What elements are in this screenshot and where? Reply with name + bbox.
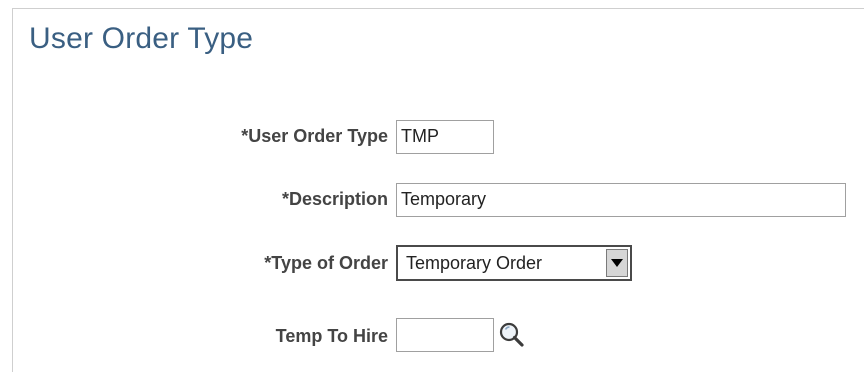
description-label: *Description [281,189,388,209]
user-order-type-label: *User Order Type [241,126,388,146]
dropdown-arrow-icon[interactable] [606,249,628,277]
magnifier-icon[interactable] [497,320,527,350]
page-title: User Order Type [29,22,254,55]
temp-to-hire-field[interactable] [396,318,494,352]
type-of-order-select[interactable]: Temporary Order [396,245,632,281]
type-of-order-label: *Type of Order [264,253,388,273]
user-order-type-field[interactable]: TMP [396,120,494,154]
description-field[interactable]: Temporary [396,183,846,217]
temp-to-hire-label: Temp To Hire [275,326,388,346]
page-frame-top [12,8,864,9]
type-of-order-selected-value: Temporary Order [406,252,543,273]
page-frame-left [12,8,13,372]
